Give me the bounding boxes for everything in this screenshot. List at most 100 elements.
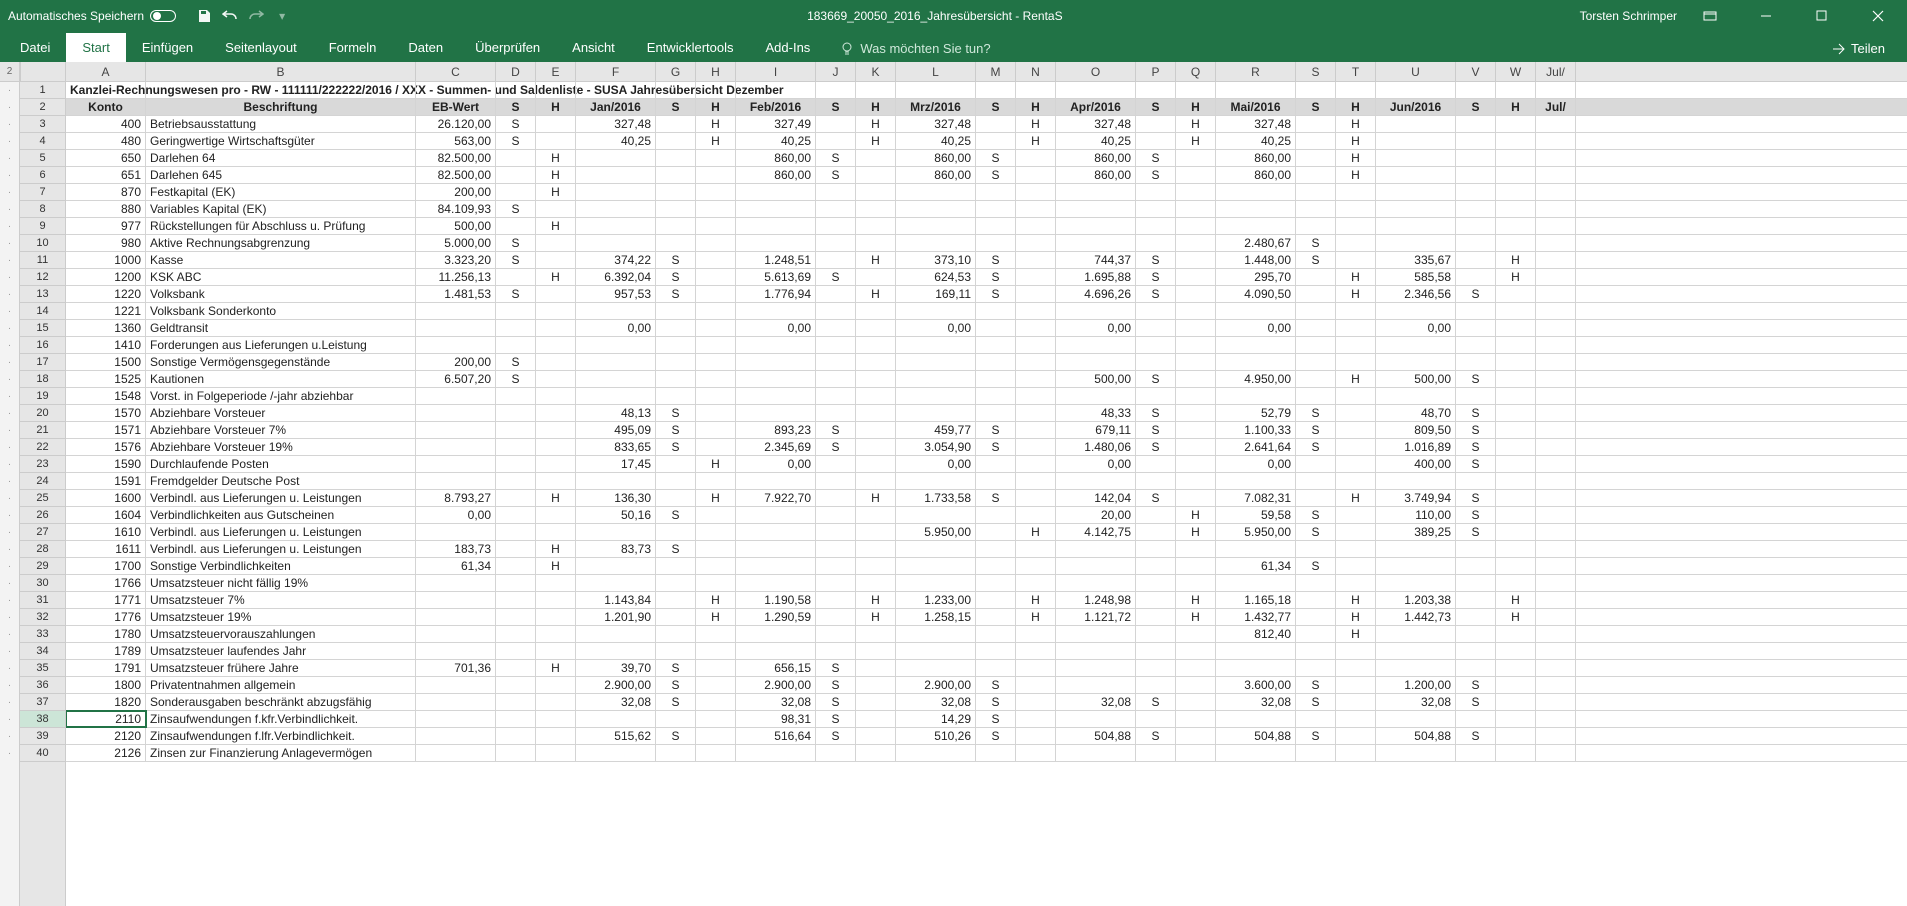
- cell[interactable]: S: [1296, 524, 1336, 540]
- row-header-14[interactable]: 14: [20, 303, 65, 320]
- cell[interactable]: Rückstellungen für Abschluss u. Prüfung: [146, 218, 416, 234]
- cell[interactable]: [976, 235, 1016, 251]
- cell[interactable]: [1016, 235, 1056, 251]
- cell[interactable]: [1176, 269, 1216, 285]
- cell[interactable]: [976, 626, 1016, 642]
- row-header-29[interactable]: 29: [20, 558, 65, 575]
- cell[interactable]: S: [976, 728, 1016, 744]
- cell[interactable]: [656, 354, 696, 370]
- cell[interactable]: [1016, 439, 1056, 455]
- cell[interactable]: 7.082,31: [1216, 490, 1296, 506]
- cell[interactable]: [816, 133, 856, 149]
- cell[interactable]: [496, 422, 536, 438]
- cell[interactable]: [1496, 371, 1536, 387]
- cell[interactable]: [816, 320, 856, 336]
- cell[interactable]: 3.323,20: [416, 252, 496, 268]
- cell[interactable]: 3.054,90: [896, 439, 976, 455]
- cell[interactable]: [1376, 303, 1456, 319]
- cell[interactable]: H: [1336, 626, 1376, 642]
- cell[interactable]: [816, 371, 856, 387]
- cell[interactable]: [536, 745, 576, 761]
- cell[interactable]: 84.109,93: [416, 201, 496, 217]
- cell[interactable]: [1336, 439, 1376, 455]
- cell[interactable]: [816, 626, 856, 642]
- cell[interactable]: [816, 388, 856, 404]
- cell[interactable]: [1336, 184, 1376, 200]
- cell[interactable]: [536, 609, 576, 625]
- cell[interactable]: [416, 405, 496, 421]
- cell[interactable]: [1176, 728, 1216, 744]
- cell[interactable]: [1056, 643, 1136, 659]
- col-header-V[interactable]: V: [1456, 62, 1496, 81]
- cell[interactable]: [856, 456, 896, 472]
- cell[interactable]: S: [1296, 439, 1336, 455]
- cell[interactable]: [576, 388, 656, 404]
- cell[interactable]: [1136, 626, 1176, 642]
- cell[interactable]: [1336, 337, 1376, 353]
- cell[interactable]: [1536, 456, 1576, 472]
- cell[interactable]: [696, 439, 736, 455]
- cell[interactable]: H: [1016, 592, 1056, 608]
- cell[interactable]: [816, 575, 856, 591]
- cell[interactable]: [1536, 388, 1576, 404]
- cell[interactable]: Feb/2016: [736, 99, 816, 115]
- cell[interactable]: 1525: [66, 371, 146, 387]
- cell[interactable]: [1296, 320, 1336, 336]
- cell[interactable]: 1820: [66, 694, 146, 710]
- cell[interactable]: S: [976, 286, 1016, 302]
- close-icon[interactable]: [1855, 0, 1901, 32]
- col-header-T[interactable]: T: [1336, 62, 1376, 81]
- cell[interactable]: [1296, 575, 1336, 591]
- cell[interactable]: 809,50: [1376, 422, 1456, 438]
- cell[interactable]: [536, 677, 576, 693]
- cell[interactable]: [736, 303, 816, 319]
- cell[interactable]: S: [1456, 507, 1496, 523]
- cell[interactable]: [1336, 82, 1376, 98]
- cell[interactable]: [896, 371, 976, 387]
- cell[interactable]: [1536, 252, 1576, 268]
- cell[interactable]: [1376, 235, 1456, 251]
- cell[interactable]: [736, 218, 816, 234]
- cell[interactable]: 6.507,20: [416, 371, 496, 387]
- cell[interactable]: [416, 694, 496, 710]
- cell[interactable]: 1200: [66, 269, 146, 285]
- maximize-icon[interactable]: [1799, 0, 1845, 32]
- cell[interactable]: H: [1336, 371, 1376, 387]
- row-header-34[interactable]: 34: [20, 643, 65, 660]
- cell[interactable]: [696, 354, 736, 370]
- cell[interactable]: [1336, 660, 1376, 676]
- cell[interactable]: [1176, 456, 1216, 472]
- cell[interactable]: [656, 643, 696, 659]
- cell[interactable]: S: [816, 150, 856, 166]
- cell[interactable]: [816, 507, 856, 523]
- cell[interactable]: [896, 184, 976, 200]
- cell[interactable]: 0,00: [896, 320, 976, 336]
- cell[interactable]: [1016, 286, 1056, 302]
- cell[interactable]: [1536, 711, 1576, 727]
- cell[interactable]: H: [1336, 133, 1376, 149]
- cell[interactable]: 142,04: [1056, 490, 1136, 506]
- cell[interactable]: [696, 405, 736, 421]
- cell[interactable]: [1176, 201, 1216, 217]
- cell[interactable]: 1410: [66, 337, 146, 353]
- cell[interactable]: Jun/2016: [1376, 99, 1456, 115]
- cell[interactable]: H: [1496, 592, 1536, 608]
- cell[interactable]: [736, 558, 816, 574]
- cell[interactable]: [1456, 167, 1496, 183]
- cell[interactable]: Kasse: [146, 252, 416, 268]
- outline-level[interactable]: 2: [0, 62, 20, 81]
- cell[interactable]: S: [496, 371, 536, 387]
- cell[interactable]: [1496, 184, 1536, 200]
- cell[interactable]: [896, 745, 976, 761]
- cell[interactable]: 32,08: [1216, 694, 1296, 710]
- cell[interactable]: 1590: [66, 456, 146, 472]
- cell[interactable]: [1296, 337, 1336, 353]
- cell[interactable]: [656, 218, 696, 234]
- cell[interactable]: [1296, 371, 1336, 387]
- cell[interactable]: S: [656, 507, 696, 523]
- cell[interactable]: [856, 643, 896, 659]
- cell[interactable]: [856, 218, 896, 234]
- cell[interactable]: [1136, 116, 1176, 132]
- cell[interactable]: [1376, 626, 1456, 642]
- cell[interactable]: [496, 728, 536, 744]
